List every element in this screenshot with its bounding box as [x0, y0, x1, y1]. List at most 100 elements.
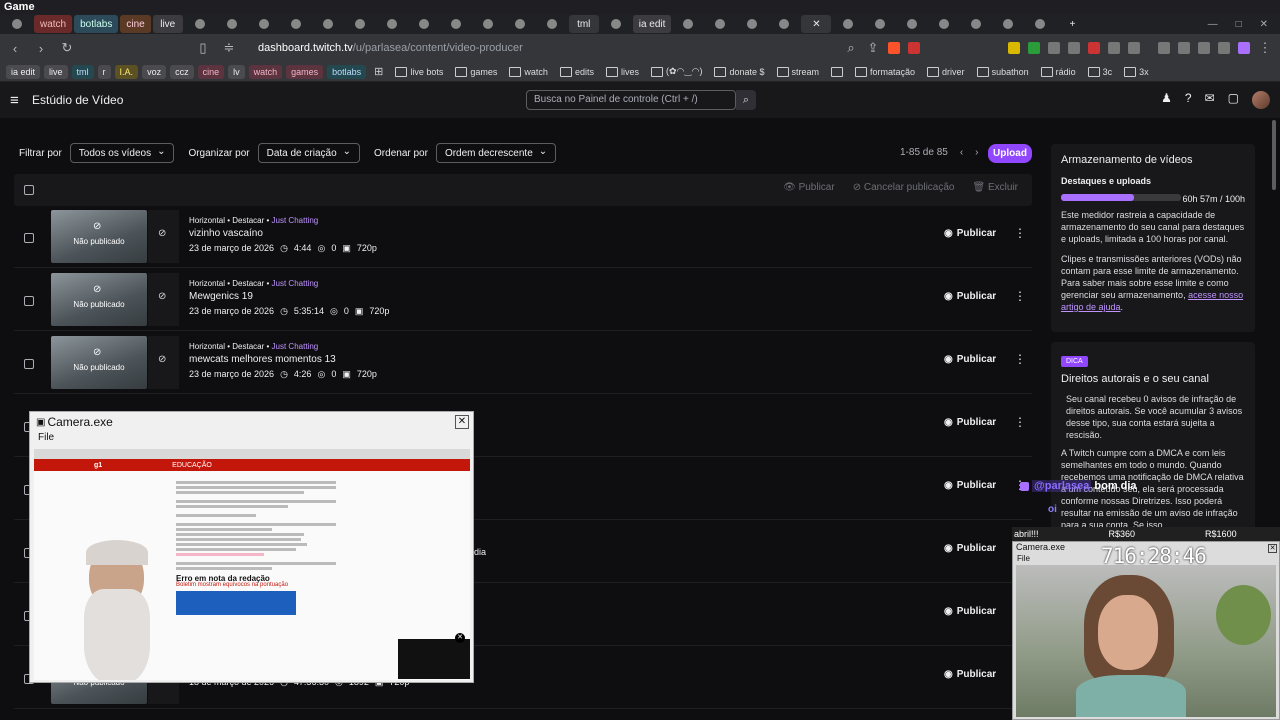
extension-icon[interactable] — [1218, 42, 1230, 54]
search-icon[interactable]: ⌕ — [736, 90, 756, 110]
close-icon[interactable]: ✕ — [1268, 544, 1277, 553]
video-thumbnail[interactable]: ⊘ Não publicado — [51, 273, 147, 326]
help-icon[interactable]: ? — [1185, 91, 1192, 109]
extension-icon[interactable] — [1198, 42, 1210, 54]
extension-icon[interactable] — [1068, 42, 1080, 54]
browser-tab[interactable]: botlabs — [74, 15, 119, 33]
bookmark-chip[interactable]: cine — [197, 64, 225, 79]
browser-tab[interactable] — [473, 15, 503, 33]
browser-tab[interactable] — [505, 15, 535, 33]
browser-tab[interactable] — [2, 15, 32, 33]
window-title-bar[interactable]: ▣ Camera.exe — [30, 412, 473, 432]
close-icon[interactable]: ✕ — [1260, 19, 1268, 30]
publish-button[interactable]: ◉ Publicar — [944, 669, 996, 680]
bulk-publish-button[interactable]: 👁 Publicar — [783, 182, 835, 193]
bookmark-chip[interactable]: ia edit — [6, 64, 41, 79]
back-icon[interactable]: ‹ — [8, 41, 22, 56]
more-options-icon[interactable]: ⋮ — [1014, 289, 1026, 303]
organize-dropdown[interactable]: Data de criação — [257, 143, 361, 163]
brave-shield-icon[interactable] — [888, 42, 900, 54]
row-checkbox[interactable] — [24, 233, 34, 243]
browser-tab[interactable] — [441, 15, 471, 33]
browser-tab[interactable]: ia edit — [632, 15, 672, 33]
browser-tab[interactable]: tml — [568, 15, 599, 33]
browser-tab[interactable]: + — [1057, 15, 1087, 33]
bookmark-chip[interactable]: ccz — [170, 64, 194, 79]
bulk-unpublish-button[interactable]: ⊘ Cancelar publicação — [853, 182, 955, 193]
bookmark-folder[interactable]: donate $ — [710, 67, 768, 77]
bookmark-folder[interactable]: subathon — [973, 67, 1033, 77]
mini-player[interactable]: ✕ — [398, 633, 470, 679]
video-title[interactable]: Mewgenics 19 — [189, 291, 253, 302]
publish-button[interactable]: ◉ Publicar — [944, 291, 996, 302]
bookmark-chip[interactable]: tml — [71, 64, 94, 79]
browser-tab[interactable] — [929, 15, 959, 33]
extension-icon[interactable] — [1238, 42, 1250, 54]
browser-tab[interactable]: live — [152, 15, 183, 33]
notifications-icon[interactable]: ♟ — [1161, 91, 1172, 109]
share-icon[interactable]: ⇪ — [866, 40, 880, 56]
browser-tab[interactable] — [409, 15, 439, 33]
video-category[interactable]: Just Chatting — [272, 279, 319, 288]
video-thumbnail[interactable]: ⊘ Não publicado — [51, 210, 147, 263]
extension-icon[interactable] — [1048, 42, 1060, 54]
publish-button[interactable]: ◉ Publicar — [944, 228, 996, 239]
browser-tab[interactable] — [601, 15, 631, 33]
bookmark-chip[interactable]: lv — [228, 64, 245, 79]
browser-tab[interactable] — [993, 15, 1023, 33]
prev-page-icon[interactable]: ‹ — [960, 147, 963, 158]
zoom-icon[interactable]: ⌕ — [844, 40, 858, 56]
next-page-icon[interactable]: › — [975, 147, 978, 158]
browser-tab[interactable] — [185, 15, 215, 33]
bookmark-folder[interactable] — [827, 67, 847, 77]
extension-icon[interactable] — [1008, 42, 1020, 54]
bookmark-chip[interactable]: botlabs — [327, 64, 367, 79]
filter-dropdown[interactable]: Todos os vídeos — [69, 143, 175, 163]
browser-tab[interactable] — [865, 15, 895, 33]
order-dropdown[interactable]: Ordem decrescente — [435, 143, 557, 163]
browser-tab[interactable] — [313, 15, 343, 33]
bookmark-chip[interactable]: I.A. — [114, 64, 139, 79]
bookmark-folder[interactable]: driver — [923, 67, 969, 77]
file-menu[interactable]: File — [30, 432, 473, 446]
browser-tab[interactable] — [769, 15, 799, 33]
extension-icon[interactable] — [1108, 42, 1120, 54]
publish-button[interactable]: ◉ Publicar — [944, 543, 996, 554]
row-checkbox[interactable] — [24, 296, 34, 306]
bookmark-folder[interactable]: lives — [602, 67, 643, 77]
scrollbar-thumb[interactable] — [1272, 120, 1276, 190]
video-category[interactable]: Just Chatting — [272, 216, 319, 225]
upload-button[interactable]: Upload — [988, 144, 1032, 163]
extension-icon[interactable] — [1128, 42, 1140, 54]
browser-tab[interactable] — [249, 15, 279, 33]
site-info-icon[interactable]: ≑ — [222, 40, 236, 56]
table-row[interactable]: ⊘ Não publicado ⊘ Horizontal • Destacar • J… — [14, 206, 1032, 268]
bookmark-icon[interactable]: ▯ — [196, 40, 210, 56]
table-row[interactable]: ⊘ Não publicado ⊘ Horizontal • Destacar • J… — [14, 332, 1032, 394]
bookmark-folder[interactable]: stream — [773, 67, 824, 77]
video-thumbnail[interactable]: ⊘ Não publicado — [51, 336, 147, 389]
publish-button[interactable]: ◉ Publicar — [944, 417, 996, 428]
browser-tab[interactable] — [281, 15, 311, 33]
more-options-icon[interactable]: ⋮ — [1014, 226, 1026, 240]
bulk-delete-button[interactable]: 🗑 Excluir — [973, 182, 1019, 193]
browser-tab[interactable] — [1025, 15, 1055, 33]
minimize-icon[interactable]: — — [1208, 19, 1218, 30]
browser-tab[interactable]: cine — [120, 15, 151, 33]
bookmark-folder[interactable]: edits — [556, 67, 598, 77]
bookmark-folder[interactable]: (✿◠‿◠) — [647, 66, 706, 77]
forward-icon[interactable]: › — [34, 41, 48, 56]
row-checkbox[interactable] — [24, 359, 34, 369]
browser-tab[interactable] — [705, 15, 735, 33]
browser-tab[interactable] — [217, 15, 247, 33]
close-icon[interactable]: ✕ — [455, 415, 469, 429]
browser-tab[interactable] — [833, 15, 863, 33]
bookmark-chip[interactable]: watch — [248, 64, 283, 79]
bookmark-folder[interactable]: 3x — [1120, 67, 1153, 77]
browser-tab[interactable]: watch — [34, 15, 73, 33]
bookmark-chip[interactable]: voz — [142, 64, 167, 79]
browser-menu-icon[interactable]: ⋮ — [1258, 40, 1272, 56]
browser-tab[interactable]: ✕ — [801, 15, 832, 33]
camera-window-2[interactable]: Camera.exe ✕ File 716:28:46 — [1012, 541, 1280, 720]
apps-grid-icon[interactable]: ⊞ — [374, 65, 383, 78]
